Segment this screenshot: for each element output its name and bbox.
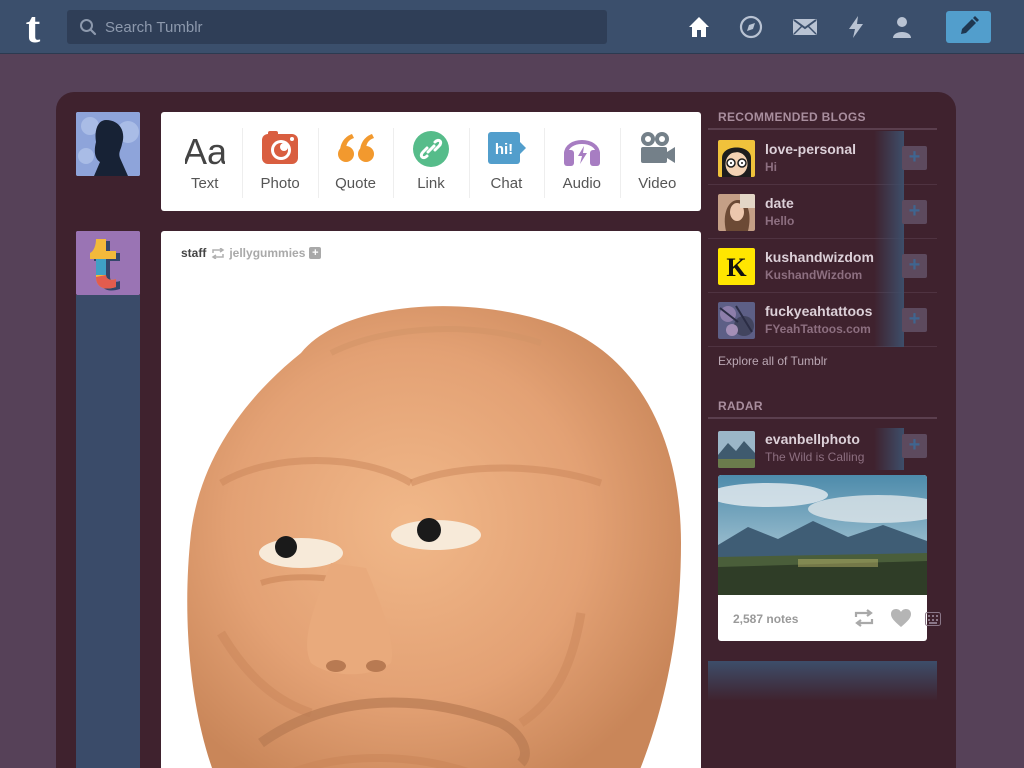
sidebar-bottom-fade [708, 661, 937, 701]
activity-lightning-icon[interactable] [843, 14, 869, 40]
keyboard-shortcuts-icon[interactable] [925, 612, 941, 626]
user-avatar[interactable] [76, 112, 140, 176]
row-fade [874, 239, 904, 293]
radar-photo[interactable] [718, 475, 927, 595]
blog-name[interactable]: love-personal [765, 141, 856, 157]
row-fade [874, 185, 904, 239]
avatar-rail [76, 295, 140, 768]
blog-subtitle: FYeahTattoos.com [765, 322, 871, 336]
svg-text:K: K [726, 253, 747, 282]
blog-avatar[interactable]: K [718, 248, 755, 285]
row-fade [874, 428, 904, 470]
post-type-bar: Aa Text Photo Quote Link hi! Chat Audio … [161, 112, 701, 211]
blog-name[interactable]: kushandwizdom [765, 249, 874, 265]
follow-blog-button[interactable]: + [902, 434, 927, 458]
blog-name[interactable]: date [765, 195, 794, 211]
post-type-label: Photo [260, 175, 300, 192]
post-type-photo[interactable]: Photo [242, 112, 317, 211]
reblog-source-link[interactable]: jellygummies [229, 246, 305, 260]
blog-name[interactable]: evanbellphoto [765, 431, 860, 447]
svg-text:hi!: hi! [495, 141, 513, 158]
post-type-label: Link [417, 175, 445, 192]
follow-source-button[interactable]: + [309, 247, 322, 259]
post-type-quote[interactable]: Quote [317, 112, 393, 211]
blog-subtitle: The Wild is Calling [765, 450, 865, 464]
search-icon [80, 19, 97, 36]
heart-like-icon[interactable] [890, 608, 912, 628]
svg-text:t: t [26, 6, 41, 48]
post-type-label: Audio [562, 175, 601, 192]
recommended-blog-item[interactable]: love-personal Hi + [708, 131, 937, 185]
blog-avatar[interactable] [718, 140, 755, 177]
blog-avatar[interactable] [718, 302, 755, 339]
tumblr-logo[interactable]: t [16, 3, 50, 52]
post-type-chat[interactable]: hi! Chat [468, 112, 544, 211]
post-type-label: Chat [490, 175, 523, 192]
quote-icon [337, 134, 374, 162]
explore-compass-icon[interactable] [738, 14, 764, 40]
radar-title: RADAR [718, 399, 763, 413]
follow-blog-button[interactable]: + [902, 200, 927, 224]
post-type-link[interactable]: Link [393, 112, 468, 211]
link-icon [412, 131, 449, 167]
post-photo[interactable] [161, 283, 701, 768]
row-fade [874, 293, 904, 347]
dashboard-post: staff jellygummies + [161, 231, 701, 768]
post-type-label: Video [638, 175, 677, 192]
blog-subtitle: Hello [765, 214, 795, 228]
post-header: staff jellygummies + [181, 246, 322, 260]
camera-icon [262, 131, 299, 164]
follow-blog-button[interactable]: + [902, 254, 927, 278]
recommended-blog-item[interactable]: K kushandwizdom KushandWizdom + [708, 239, 937, 293]
staff-avatar[interactable] [76, 231, 140, 295]
blog-avatar[interactable] [718, 194, 755, 231]
post-type-video[interactable]: Video [619, 112, 695, 211]
video-camera-icon [641, 132, 676, 163]
notes-count[interactable]: 2,587 notes [733, 612, 798, 626]
top-header: t [0, 0, 1024, 54]
blog-subtitle: Hi [765, 160, 777, 174]
post-type-text[interactable]: Aa Text [167, 112, 242, 211]
blog-subtitle: KushandWizdom [765, 268, 863, 282]
compose-button[interactable] [946, 11, 991, 43]
post-author-link[interactable]: staff [181, 246, 206, 260]
section-divider [708, 417, 937, 419]
post-type-label: Quote [335, 175, 376, 192]
reblog-icon [211, 247, 225, 259]
search-input[interactable] [105, 10, 595, 44]
reblog-icon[interactable] [853, 609, 875, 627]
recommended-blog-item[interactable]: date Hello + [708, 185, 937, 239]
blog-name[interactable]: fuckyeahtattoos [765, 303, 872, 319]
inbox-mail-icon[interactable] [792, 14, 818, 40]
post-type-audio[interactable]: Audio [544, 112, 619, 211]
account-person-icon[interactable] [889, 14, 915, 40]
recommended-blog-item[interactable]: fuckyeahtattoos FYeahTattoos.com + [708, 293, 937, 347]
explore-all-link[interactable]: Explore all of Tumblr [718, 354, 827, 368]
search-box[interactable] [67, 10, 607, 44]
blog-avatar[interactable] [718, 431, 755, 468]
headphones-icon [563, 140, 600, 166]
follow-blog-button[interactable]: + [902, 308, 927, 332]
radar-post-card: 2,587 notes [718, 475, 927, 641]
radar-blog-item[interactable]: evanbellphoto The Wild is Calling + [708, 428, 937, 470]
home-icon[interactable] [686, 14, 712, 40]
svg-text:Aa: Aa [185, 131, 225, 168]
section-divider [708, 128, 937, 130]
post-type-label: Text [190, 175, 219, 192]
chat-bubble-icon: hi! [488, 132, 527, 164]
follow-blog-button[interactable]: + [902, 146, 927, 170]
row-fade [874, 131, 904, 185]
text-aa-icon: Aa [185, 131, 225, 168]
recommended-blogs-title: RECOMMENDED BLOGS [718, 110, 866, 124]
pencil-icon [961, 16, 979, 34]
